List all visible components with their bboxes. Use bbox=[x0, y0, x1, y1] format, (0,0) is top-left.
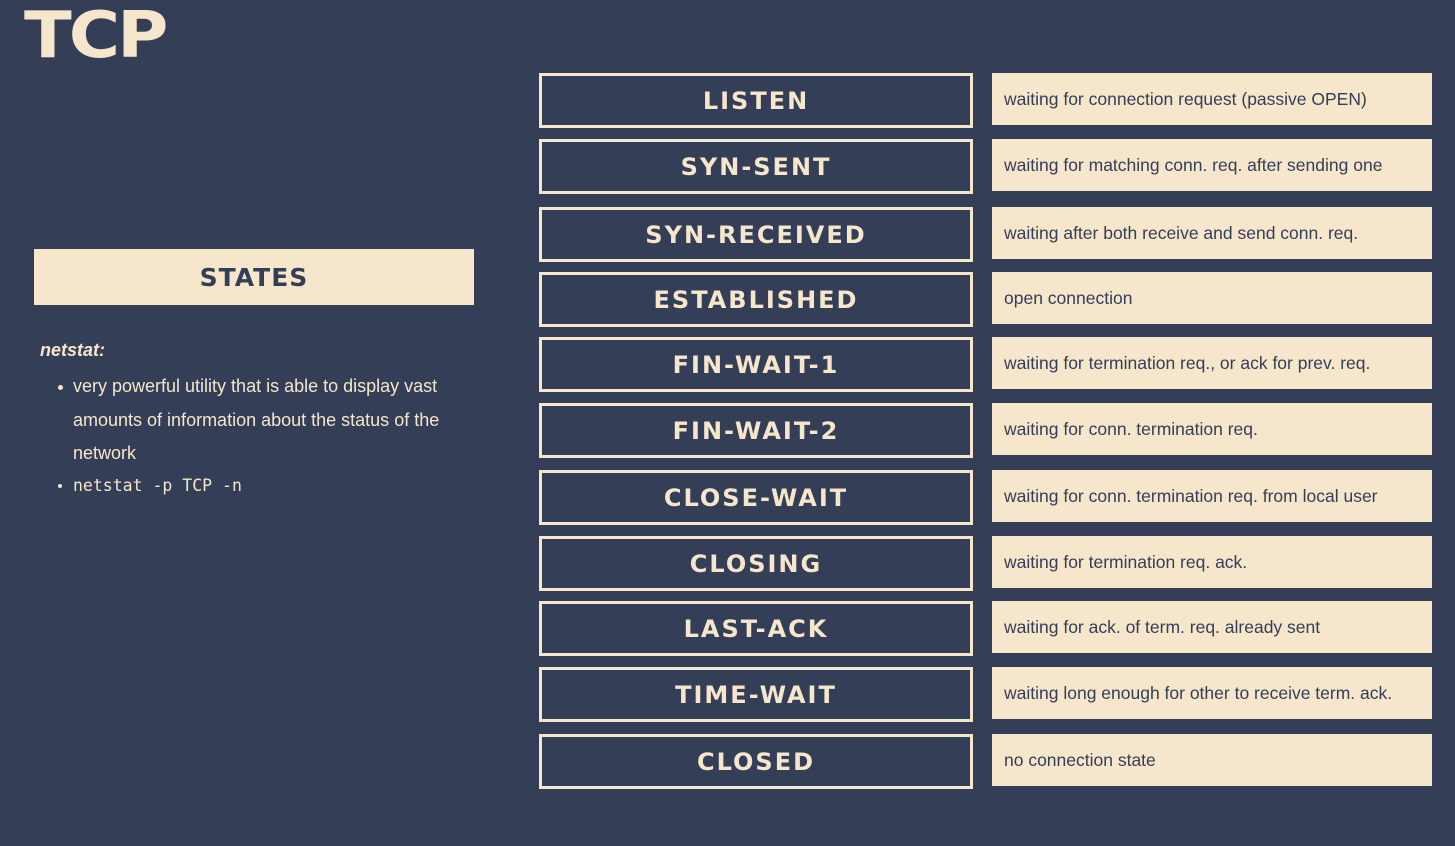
state-row-listen: LISTEN waiting for connection request (p… bbox=[539, 73, 1433, 128]
state-name-fin-wait-1: FIN-WAIT-1 bbox=[539, 337, 973, 392]
state-row-closed: CLOSED no connection state bbox=[539, 734, 1433, 789]
netstat-notes: netstat: very powerful utility that is a… bbox=[40, 340, 480, 501]
state-name-time-wait: TIME-WAIT bbox=[539, 667, 973, 722]
state-description-fin-wait-2: waiting for conn. termination req. bbox=[992, 403, 1432, 455]
state-description-closed: no connection state bbox=[992, 734, 1432, 786]
state-name-syn-sent: SYN-SENT bbox=[539, 139, 973, 194]
state-name-close-wait: CLOSE-WAIT bbox=[539, 470, 973, 525]
state-description-fin-wait-1: waiting for termination req., or ack for… bbox=[992, 337, 1432, 389]
page-title: TCP bbox=[24, 0, 168, 73]
state-name-established: ESTABLISHED bbox=[539, 272, 973, 327]
state-row-time-wait: TIME-WAIT waiting long enough for other … bbox=[539, 667, 1433, 722]
state-row-syn-sent: SYN-SENT waiting for matching conn. req.… bbox=[539, 139, 1433, 194]
notes-heading: netstat: bbox=[40, 340, 106, 360]
state-name-closing: CLOSING bbox=[539, 536, 973, 591]
state-description-syn-received: waiting after both receive and send conn… bbox=[992, 207, 1432, 259]
state-description-time-wait: waiting long enough for other to receive… bbox=[992, 667, 1432, 719]
notes-bullet-description: very powerful utility that is able to di… bbox=[58, 370, 480, 471]
state-description-syn-sent: waiting for matching conn. req. after se… bbox=[992, 139, 1432, 191]
notes-list: very powerful utility that is able to di… bbox=[40, 370, 480, 501]
state-row-closing: CLOSING waiting for termination req. ack… bbox=[539, 536, 1433, 591]
state-description-listen: waiting for connection request (passive … bbox=[992, 73, 1432, 125]
notes-bullet-command: netstat -p TCP -n bbox=[58, 471, 480, 501]
state-row-last-ack: LAST-ACK waiting for ack. of term. req. … bbox=[539, 601, 1433, 656]
state-name-closed: CLOSED bbox=[539, 734, 973, 789]
state-description-close-wait: waiting for conn. termination req. from … bbox=[992, 470, 1432, 522]
state-description-established: open connection bbox=[992, 272, 1432, 324]
state-row-established: ESTABLISHED open connection bbox=[539, 272, 1433, 327]
state-name-last-ack: LAST-ACK bbox=[539, 601, 973, 656]
state-name-fin-wait-2: FIN-WAIT-2 bbox=[539, 403, 973, 458]
states-banner: STATES bbox=[34, 249, 474, 305]
state-description-last-ack: waiting for ack. of term. req. already s… bbox=[992, 601, 1432, 653]
state-name-syn-received: SYN-RECEIVED bbox=[539, 207, 973, 262]
state-row-close-wait: CLOSE-WAIT waiting for conn. termination… bbox=[539, 470, 1433, 525]
state-description-closing: waiting for termination req. ack. bbox=[992, 536, 1432, 588]
state-name-listen: LISTEN bbox=[539, 73, 973, 128]
state-row-fin-wait-2: FIN-WAIT-2 waiting for conn. termination… bbox=[539, 403, 1433, 458]
state-row-syn-received: SYN-RECEIVED waiting after both receive … bbox=[539, 207, 1433, 262]
state-row-fin-wait-1: FIN-WAIT-1 waiting for termination req.,… bbox=[539, 337, 1433, 392]
